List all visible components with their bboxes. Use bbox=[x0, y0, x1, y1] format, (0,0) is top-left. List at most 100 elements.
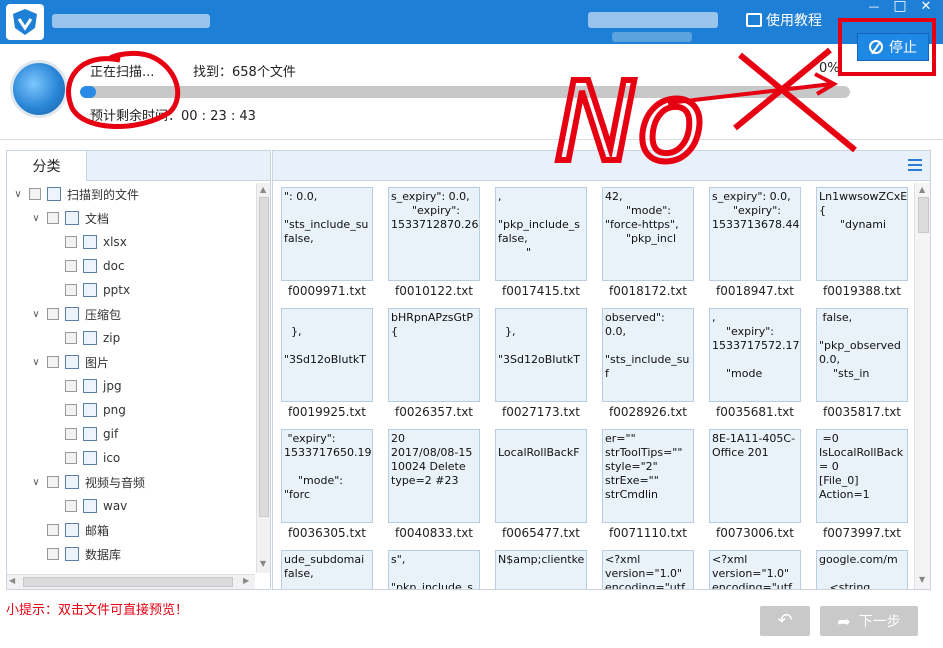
tree-vertical-scrollbar[interactable]: ▲ ▼ bbox=[256, 183, 270, 573]
tree-item[interactable]: doc bbox=[47, 255, 125, 277]
file-preview[interactable]: "expiry": 1533717650.19 "mode": "forc bbox=[281, 429, 373, 523]
file-item[interactable]: =0 IsLocalRollBack = 0 [File_0] Action=1… bbox=[816, 425, 908, 541]
tree-item[interactable]: xlsx bbox=[47, 231, 127, 253]
tree-checkbox[interactable] bbox=[47, 548, 59, 560]
file-item[interactable]: , "expiry": 1533717572.17 "mode f0035681.… bbox=[709, 304, 801, 420]
expand-toggle-icon[interactable]: ∨ bbox=[29, 477, 43, 488]
file-item[interactable]: bHRpnAPzsGtP {f0026357.txt bbox=[388, 304, 480, 420]
file-preview[interactable]: }, "3Sd12oBIutkT bbox=[281, 308, 373, 402]
tree-item[interactable]: ico bbox=[47, 447, 120, 469]
file-preview[interactable]: 8E-1A11-405C- Office 201 bbox=[709, 429, 801, 523]
tree-checkbox[interactable] bbox=[65, 404, 77, 416]
tree-item[interactable]: ∨ 压缩包 bbox=[29, 303, 121, 325]
tree-checkbox[interactable] bbox=[65, 500, 77, 512]
tree-checkbox[interactable] bbox=[65, 332, 77, 344]
file-preview[interactable]: =0 IsLocalRollBack = 0 [File_0] Action=1 bbox=[816, 429, 908, 523]
file-scroll-up-arrow[interactable]: ▲ bbox=[919, 185, 925, 194]
expand-toggle-icon[interactable]: ∨ bbox=[29, 309, 43, 320]
file-scroll-thumb[interactable] bbox=[918, 197, 929, 233]
file-item[interactable]: <?xml version="1.0" encoding="utf bbox=[602, 546, 694, 589]
tree-item[interactable]: gif bbox=[47, 423, 118, 445]
scroll-thumb[interactable] bbox=[259, 197, 269, 517]
tree-checkbox[interactable] bbox=[47, 524, 59, 536]
scroll-up-arrow[interactable]: ▲ bbox=[260, 185, 266, 194]
tree-checkbox[interactable] bbox=[65, 380, 77, 392]
file-item[interactable]: , "pkp_include_s false, " f0017415.txt bbox=[495, 183, 587, 299]
file-item[interactable]: LocalRollBackF f0065477.txt bbox=[495, 425, 587, 541]
file-item[interactable]: 20 2017/08/08-15 10024 Delete type=2 #23… bbox=[388, 425, 480, 541]
file-preview[interactable]: s_expiry": 0.0, "expiry": 1533712870.26 bbox=[388, 187, 480, 281]
stop-button[interactable]: 停止 bbox=[857, 33, 929, 61]
file-item[interactable]: s_expiry": 0.0, "expiry": 1533712870.26 f… bbox=[388, 183, 480, 299]
back-button[interactable]: ↶ bbox=[760, 606, 810, 636]
scroll-down-arrow[interactable]: ▼ bbox=[260, 559, 266, 568]
tree-item[interactable]: ∨ 图片 bbox=[29, 351, 109, 373]
file-item[interactable]: google.com/m <string bbox=[816, 546, 908, 589]
file-item[interactable]: N$amp;clientke bbox=[495, 546, 587, 589]
scroll-left-arrow[interactable]: ◀ bbox=[9, 576, 15, 585]
file-preview[interactable]: ": 0.0, "sts_include_su false, bbox=[281, 187, 373, 281]
tree-horizontal-scrollbar[interactable]: ◀ ▶ bbox=[7, 574, 255, 589]
tree-checkbox[interactable] bbox=[65, 452, 77, 464]
tree-item[interactable]: png bbox=[47, 399, 126, 421]
scroll-right-arrow[interactable]: ▶ bbox=[243, 576, 249, 585]
file-preview[interactable]: s_expiry": 0.0, "expiry": 1533713678.44 bbox=[709, 187, 801, 281]
file-preview[interactable]: s", "pkp_include_s bbox=[388, 550, 480, 589]
tree-item[interactable]: pptx bbox=[47, 279, 130, 301]
expand-toggle-icon[interactable]: ∨ bbox=[11, 189, 25, 200]
file-preview[interactable]: bHRpnAPzsGtP { bbox=[388, 308, 480, 402]
close-button[interactable]: ✕ bbox=[914, 0, 938, 16]
tree-checkbox[interactable] bbox=[65, 236, 77, 248]
file-vertical-scrollbar[interactable]: ▲ ▼ bbox=[914, 183, 930, 589]
tree-checkbox[interactable] bbox=[47, 356, 59, 368]
restore-button[interactable]: □ bbox=[888, 0, 912, 16]
file-item[interactable]: er="" strToolTips="" style="2" strExe=""… bbox=[602, 425, 694, 541]
menu-icon[interactable] bbox=[908, 159, 922, 171]
file-preview[interactable]: <?xml version="1.0" encoding="utf bbox=[709, 550, 801, 589]
tree-checkbox[interactable] bbox=[65, 428, 77, 440]
tree-item[interactable]: ∨ 视频与音频 bbox=[29, 471, 145, 493]
tree-item[interactable]: 数据库 bbox=[29, 543, 121, 565]
file-preview[interactable]: false, "pkp_observed 0.0, "sts_in bbox=[816, 308, 908, 402]
tree-checkbox[interactable] bbox=[65, 284, 77, 296]
file-item[interactable]: ude_subdomai false, bbox=[281, 546, 373, 589]
tree-checkbox[interactable] bbox=[47, 308, 59, 320]
tree-item[interactable]: wav bbox=[47, 495, 127, 517]
file-item[interactable]: 8E-1A11-405C- Office 201 f0073006.txt bbox=[709, 425, 801, 541]
file-preview[interactable]: }, "3Sd12oBIutkT bbox=[495, 308, 587, 402]
file-item[interactable]: ": 0.0, "sts_include_su false, f0009971.t… bbox=[281, 183, 373, 299]
file-preview[interactable]: Ln1wwsowZCxE { "dynami bbox=[816, 187, 908, 281]
file-item[interactable]: s", "pkp_include_s bbox=[388, 546, 480, 589]
expand-toggle-icon[interactable]: ∨ bbox=[29, 213, 43, 224]
tree-checkbox[interactable] bbox=[47, 212, 59, 224]
tab-category[interactable]: 分类 bbox=[7, 151, 87, 181]
hscroll-thumb[interactable] bbox=[23, 577, 233, 587]
file-preview[interactable]: , "expiry": 1533717572.17 "mode bbox=[709, 308, 801, 402]
file-item[interactable]: false, "pkp_observed 0.0, "sts_in f003581… bbox=[816, 304, 908, 420]
tree-item[interactable]: ∨ 文档 bbox=[29, 207, 109, 229]
file-preview[interactable]: er="" strToolTips="" style="2" strExe=""… bbox=[602, 429, 694, 523]
file-preview[interactable]: 42, "mode": "force-https", "pkp_incl bbox=[602, 187, 694, 281]
file-item[interactable]: }, "3Sd12oBIutkT f0027173.txt bbox=[495, 304, 587, 420]
file-item[interactable]: 42, "mode": "force-https", "pkp_incl f001… bbox=[602, 183, 694, 299]
file-item[interactable]: <?xml version="1.0" encoding="utf bbox=[709, 546, 801, 589]
file-preview[interactable]: observed": 0.0, "sts_include_su f bbox=[602, 308, 694, 402]
file-preview[interactable]: , "pkp_include_s false, " bbox=[495, 187, 587, 281]
file-preview[interactable]: <?xml version="1.0" encoding="utf bbox=[602, 550, 694, 589]
tutorial-button[interactable]: 使用教程 bbox=[746, 10, 822, 30]
file-item[interactable]: "expiry": 1533717650.19 "mode": "forc f00… bbox=[281, 425, 373, 541]
file-preview[interactable]: ude_subdomai false, bbox=[281, 550, 373, 589]
file-item[interactable]: s_expiry": 0.0, "expiry": 1533713678.44 f… bbox=[709, 183, 801, 299]
expand-toggle-icon[interactable]: ∨ bbox=[29, 357, 43, 368]
tree-checkbox[interactable] bbox=[47, 476, 59, 488]
minimize-button[interactable]: — bbox=[862, 0, 886, 16]
tree-checkbox[interactable] bbox=[65, 260, 77, 272]
file-item[interactable]: observed": 0.0, "sts_include_su f f002892… bbox=[602, 304, 694, 420]
file-preview[interactable]: google.com/m <string bbox=[816, 550, 908, 589]
tree-checkbox[interactable] bbox=[29, 188, 41, 200]
tree-item[interactable]: jpg bbox=[47, 375, 122, 397]
file-item[interactable]: }, "3Sd12oBIutkT f0019925.txt bbox=[281, 304, 373, 420]
tree-item[interactable]: 邮箱 bbox=[29, 519, 109, 541]
file-preview[interactable]: LocalRollBackF bbox=[495, 429, 587, 523]
file-scroll-down-arrow[interactable]: ▼ bbox=[919, 575, 925, 584]
